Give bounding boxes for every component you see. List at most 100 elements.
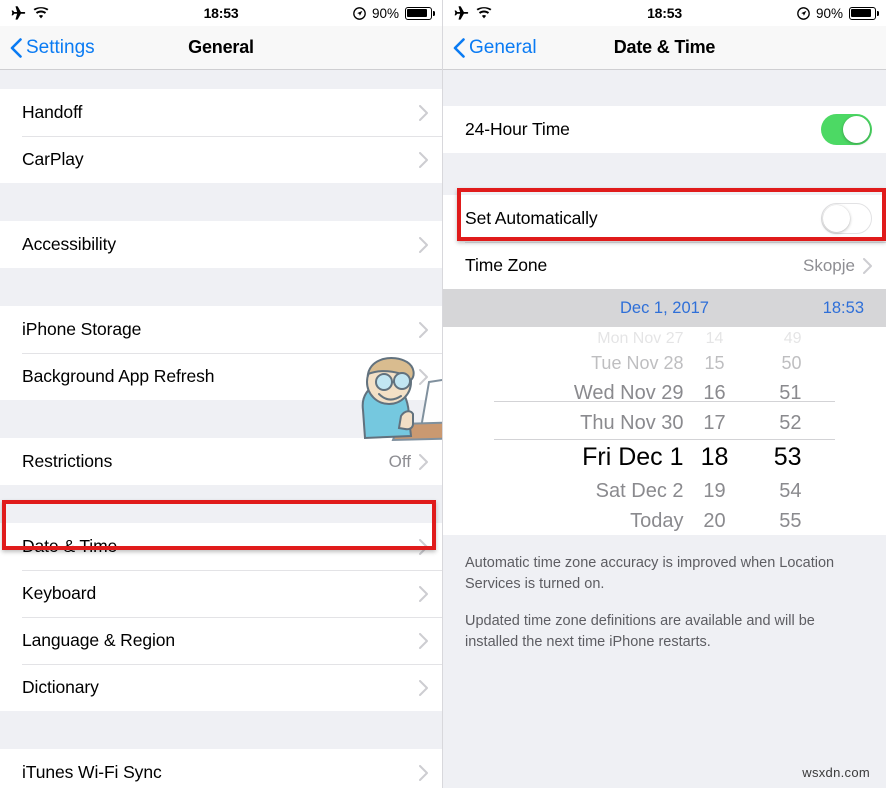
picker-cell-day[interactable]: Tue Nov 28 bbox=[514, 348, 683, 378]
right-panel-date-and-time: 18:53 90% General Date & Time 24-Hour Ti… bbox=[443, 0, 886, 788]
picker-cell-day[interactable]: Today bbox=[514, 506, 683, 535]
back-button-general[interactable]: General bbox=[443, 37, 537, 59]
picker-cell-minute[interactable]: 50 bbox=[746, 348, 801, 378]
setting-row-24-hour-time[interactable]: 24-Hour Time bbox=[443, 106, 886, 153]
picker-cell-minute[interactable]: 52 bbox=[746, 408, 801, 438]
picker-cell-hour[interactable]: 14 bbox=[684, 330, 746, 348]
status-bar-right-icons: 90% bbox=[797, 6, 879, 21]
row-label: Handoff bbox=[22, 102, 83, 122]
picker-selection-line-bottom bbox=[494, 439, 835, 440]
row-label: CarPlay bbox=[22, 149, 84, 169]
sidebar-item-date-and-time[interactable]: Date & Time bbox=[0, 523, 442, 570]
group-spacer bbox=[0, 711, 442, 749]
picker-cell-minute[interactable]: 54 bbox=[746, 476, 801, 506]
picker-columns: Mon Nov 27 Tue Nov 28 Wed Nov 29 Thu Nov… bbox=[443, 327, 886, 535]
back-button-label: General bbox=[469, 36, 537, 58]
back-button-label: Settings bbox=[26, 36, 95, 58]
chevron-left-icon bbox=[453, 37, 465, 58]
picker-selected-time[interactable]: 18:53 bbox=[823, 299, 886, 318]
status-bar-left: 18:53 90% bbox=[0, 0, 442, 26]
settings-group-restrictions: Restrictions Off bbox=[0, 438, 442, 485]
back-button-settings[interactable]: Settings bbox=[0, 37, 95, 59]
picker-cell-day[interactable]: Wed Nov 29 bbox=[514, 378, 684, 408]
picker-cell-hour[interactable]: 20 bbox=[684, 506, 746, 535]
row-label: Keyboard bbox=[22, 583, 97, 603]
picker-cell-hour-selected[interactable]: 18 bbox=[684, 438, 746, 476]
sidebar-item-carplay[interactable]: CarPlay bbox=[0, 136, 442, 183]
footer-note-location-services: Automatic time zone accuracy is improved… bbox=[465, 555, 835, 593]
row-label: iTunes Wi-Fi Sync bbox=[22, 762, 162, 782]
sidebar-item-keyboard[interactable]: Keyboard bbox=[0, 570, 442, 617]
date-picker-header: Dec 1, 2017 18:53 bbox=[443, 289, 886, 327]
picker-cell-hour[interactable]: 17 bbox=[684, 408, 746, 438]
setting-row-time-zone[interactable]: Time Zone Skopje bbox=[443, 242, 886, 289]
chevron-right-icon bbox=[419, 453, 428, 470]
sidebar-item-iphone-storage[interactable]: iPhone Storage bbox=[0, 306, 442, 353]
chevron-right-icon bbox=[419, 585, 428, 602]
toggle-set-automatically[interactable] bbox=[821, 203, 872, 234]
chevron-right-icon bbox=[419, 236, 428, 253]
picker-column-day[interactable]: Mon Nov 27 Tue Nov 28 Wed Nov 29 Thu Nov… bbox=[514, 330, 684, 535]
sidebar-item-handoff[interactable]: Handoff bbox=[0, 89, 442, 136]
battery-icon bbox=[849, 6, 879, 20]
picker-column-minute[interactable]: 49 50 51 52 53 54 55 56 57 bbox=[746, 330, 816, 535]
chevron-right-icon bbox=[419, 538, 428, 555]
row-accessory bbox=[419, 104, 428, 121]
picker-cell-minute-selected[interactable]: 53 bbox=[746, 438, 802, 476]
sidebar-item-language-and-region[interactable]: Language & Region bbox=[0, 617, 442, 664]
right-nav-bar: General Date & Time bbox=[443, 26, 886, 70]
chevron-right-icon bbox=[863, 257, 872, 274]
footer-note-timezone-update: Updated time zone definitions are availa… bbox=[465, 613, 815, 651]
picker-cell-day[interactable]: Sat Dec 2 bbox=[514, 476, 684, 506]
sidebar-item-restrictions[interactable]: Restrictions Off bbox=[0, 438, 442, 485]
row-accessory bbox=[419, 538, 428, 555]
chevron-right-icon bbox=[419, 764, 428, 781]
chevron-left-icon bbox=[10, 37, 22, 58]
row-label: Background App Refresh bbox=[22, 366, 215, 386]
settings-group-datetime: Date & Time Keyboard Language & Region D… bbox=[0, 523, 442, 711]
picker-cell-hour[interactable]: 15 bbox=[684, 348, 746, 378]
row-accessory bbox=[419, 764, 428, 781]
sidebar-item-background-app-refresh[interactable]: Background App Refresh bbox=[0, 353, 442, 400]
location-services-icon bbox=[797, 6, 810, 20]
picker-cell-day-selected[interactable]: Fri Dec 1 bbox=[514, 438, 683, 476]
row-label: Time Zone bbox=[465, 255, 548, 275]
group-spacer bbox=[0, 183, 442, 221]
left-panel-general-settings: 18:53 90% Settings General Handoff CarPl… bbox=[0, 0, 443, 788]
row-label: Set Automatically bbox=[465, 208, 598, 228]
row-accessory bbox=[419, 632, 428, 649]
row-label: Restrictions bbox=[22, 451, 113, 471]
chevron-right-icon bbox=[419, 321, 428, 338]
row-accessory: Skopje bbox=[803, 256, 872, 276]
sidebar-item-dictionary[interactable]: Dictionary bbox=[0, 664, 442, 711]
sidebar-item-accessibility[interactable]: Accessibility bbox=[0, 221, 442, 268]
group-spacer bbox=[443, 70, 886, 106]
toggle-knob bbox=[843, 116, 870, 143]
row-value-time-zone: Skopje bbox=[803, 255, 855, 275]
row-accessory bbox=[419, 151, 428, 168]
row-accessory bbox=[419, 679, 428, 696]
footer-notes: Automatic time zone accuracy is improved… bbox=[443, 535, 886, 664]
toggle-24-hour-time[interactable] bbox=[821, 114, 872, 145]
battery-icon bbox=[405, 6, 435, 20]
location-services-icon bbox=[353, 6, 366, 20]
picker-cell-hour[interactable]: 16 bbox=[684, 378, 746, 408]
setting-row-set-automatically[interactable]: Set Automatically bbox=[443, 195, 886, 242]
picker-cell-minute[interactable]: 51 bbox=[746, 378, 801, 408]
sidebar-item-itunes-wifi-sync[interactable]: iTunes Wi-Fi Sync bbox=[0, 749, 442, 788]
row-accessory: Off bbox=[389, 452, 428, 472]
picker-cell-minute[interactable]: 49 bbox=[746, 330, 802, 348]
date-time-picker[interactable]: Mon Nov 27 Tue Nov 28 Wed Nov 29 Thu Nov… bbox=[443, 327, 886, 535]
row-accessory bbox=[821, 114, 872, 145]
left-nav-bar: Settings General bbox=[0, 26, 442, 70]
picker-column-hour[interactable]: 14 15 16 17 18 19 20 21 22 bbox=[684, 330, 746, 535]
picker-selected-date[interactable]: Dec 1, 2017 bbox=[443, 299, 886, 318]
group-spacer bbox=[0, 268, 442, 306]
row-value: Off bbox=[388, 451, 411, 471]
row-accessory bbox=[419, 368, 428, 385]
picker-cell-day[interactable]: Thu Nov 30 bbox=[514, 408, 683, 438]
picker-cell-hour[interactable]: 19 bbox=[684, 476, 746, 506]
picker-cell-day[interactable]: Mon Nov 27 bbox=[514, 330, 683, 348]
picker-cell-minute[interactable]: 55 bbox=[746, 506, 801, 535]
chevron-right-icon bbox=[419, 368, 428, 385]
